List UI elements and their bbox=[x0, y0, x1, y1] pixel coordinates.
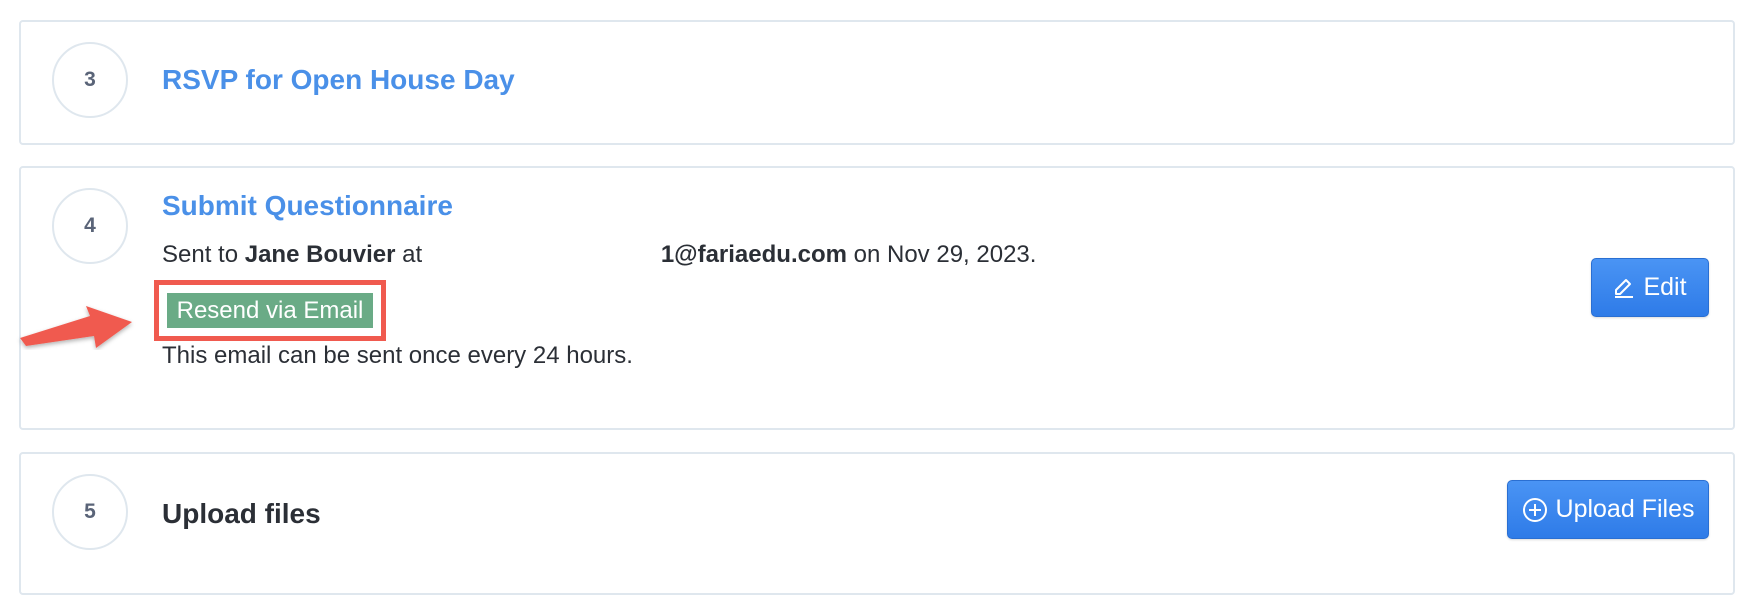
step-title-link[interactable]: Submit Questionnaire bbox=[162, 190, 453, 222]
upload-files-label: Upload Files bbox=[1555, 495, 1695, 523]
resend-note: This email can be sent once every 24 hou… bbox=[162, 342, 633, 369]
sent-date: on Nov 29, 2023. bbox=[853, 241, 1037, 268]
plus-circle-icon bbox=[1522, 497, 1548, 523]
sent-info: Sent to Jane Bouvier at 1@fariaedu.com o… bbox=[162, 241, 1036, 269]
recipient-name: Jane Bouvier bbox=[244, 241, 396, 268]
step-number-badge: 5 bbox=[52, 474, 128, 550]
edit-button-label: Edit bbox=[1643, 273, 1687, 301]
annotation-highlight-box: Resend via Email bbox=[154, 280, 386, 341]
recipient-email: 1@fariaedu.com bbox=[660, 241, 847, 268]
upload-files-button[interactable]: Upload Files bbox=[1507, 480, 1709, 539]
pencil-icon bbox=[1613, 277, 1635, 299]
step-number-badge: 4 bbox=[52, 188, 128, 264]
sent-prefix: Sent to bbox=[162, 241, 239, 268]
step-card-3: 3 RSVP for Open House Day bbox=[19, 20, 1735, 145]
annotation-arrow-icon bbox=[20, 306, 132, 348]
step-card-5: 5 Upload files Upload Files bbox=[19, 452, 1735, 595]
step-number-badge: 3 bbox=[52, 42, 128, 118]
edit-button[interactable]: Edit bbox=[1591, 258, 1709, 317]
step-title-link[interactable]: RSVP for Open House Day bbox=[162, 64, 515, 96]
step-card-4: 4 Submit Questionnaire Sent to Jane Bouv… bbox=[19, 166, 1735, 430]
step-title: Upload files bbox=[162, 498, 321, 529]
resend-email-button[interactable]: Resend via Email bbox=[167, 293, 373, 328]
at-text: at bbox=[402, 241, 423, 268]
page: 3 RSVP for Open House Day 4 Submit Quest… bbox=[0, 0, 1758, 596]
